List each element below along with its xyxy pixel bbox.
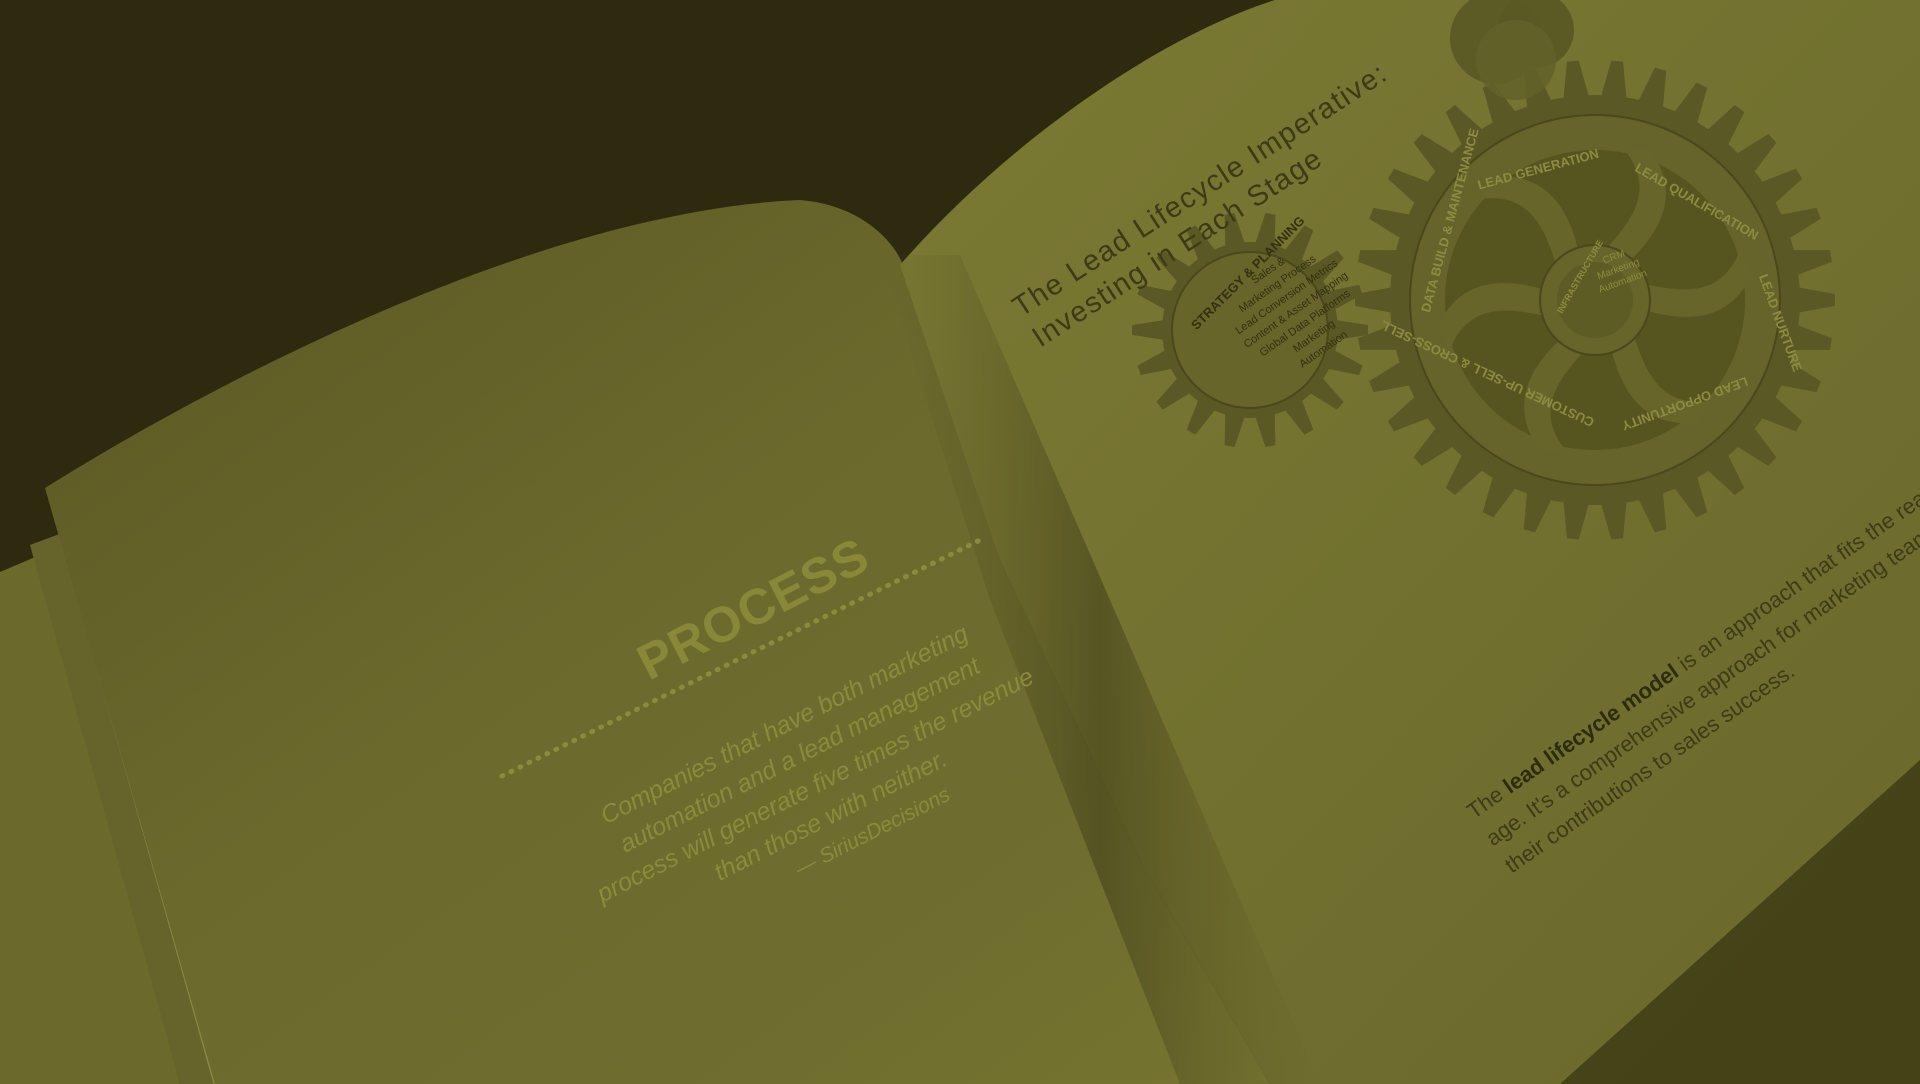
book-scene [0, 0, 1920, 1084]
